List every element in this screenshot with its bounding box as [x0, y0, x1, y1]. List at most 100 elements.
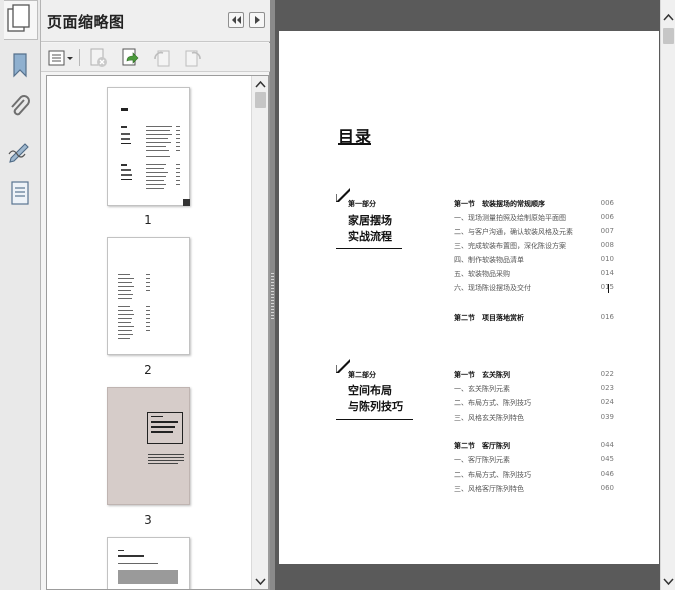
toc-entry-text: 第二节 项目落地赏析 [454, 314, 524, 322]
collapse-panel-button[interactable] [228, 12, 244, 28]
thumbnail-view-box-handle[interactable] [183, 199, 190, 206]
toc-entry-page: 006 [600, 213, 614, 221]
scrollbar-thumb[interactable] [255, 92, 266, 108]
document-page: 目录 第一部分 家居摆场 实战流程 第一节 软装摆场的常规顺序 006 一、现场测量… [279, 31, 659, 564]
toc-entry-page: 023 [600, 384, 614, 392]
toc-entry[interactable]: 一、现场测量拍照及绘制原始平面图 006 [454, 213, 614, 225]
thumbnail-scrollbar[interactable] [251, 76, 268, 589]
rotate-cw-button[interactable] [182, 47, 204, 69]
document-content-icon [11, 181, 29, 205]
rotate-cw-icon [185, 50, 201, 67]
toc-entry-text: 二、与客户沟通，确认软装风格及元素 [454, 228, 573, 236]
toc-entry-page: 006 [600, 199, 614, 207]
text-cursor [608, 284, 609, 293]
doc-scroll-up-arrow-icon[interactable] [663, 12, 674, 22]
toc-entry-page: 014 [600, 269, 614, 277]
toc-entry[interactable]: 三、完成软装布置图，深化陈设方案 008 [454, 241, 614, 253]
thumbnail-options-button[interactable] [47, 47, 75, 69]
toc-entry-page: 010 [600, 255, 614, 263]
toc-entry[interactable]: 六、现场陈设摆场及交付015 [454, 283, 614, 295]
part-1-title-line-1: 家居摆场 [348, 214, 392, 227]
toc-entry-text: 一、玄关陈列元素 [454, 385, 510, 393]
toc-entry-page: 022 [600, 370, 614, 378]
toc-entry-text: 第一节 软装摆场的常规顺序 [454, 200, 545, 208]
expand-panel-button[interactable] [249, 12, 265, 28]
toc-entry-page: 024 [600, 398, 614, 406]
toc-entry-page: 046 [600, 470, 614, 478]
part-2-label: 第二部分 [348, 371, 376, 379]
pages-panel-icon [7, 4, 30, 32]
part-1-title-line-2: 实战流程 [348, 230, 392, 243]
toc-entry-page: 044 [600, 441, 614, 449]
delete-pages-icon [90, 48, 107, 67]
insert-pages-button[interactable] [119, 47, 141, 69]
thumbnail-toolbar [41, 43, 270, 72]
part-2-title-line-1: 空间布局 [348, 384, 392, 397]
double-left-arrow-icon [232, 16, 241, 24]
toc-entry-page: 008 [600, 241, 614, 249]
bookmarks-tab[interactable] [5, 50, 35, 80]
toc-entry-text: 四、制作软装物品清单 [454, 256, 524, 264]
page-thumbnail-2[interactable] [107, 237, 190, 355]
toc-entry[interactable]: 二、与客户沟通，确认软装风格及元素 007 [454, 227, 614, 239]
toc-entry-page: 045 [600, 455, 614, 463]
toc-entry-text: 五、软装物品采购 [454, 270, 510, 278]
bookmark-icon [13, 53, 27, 78]
toc-entry-text: 第二节 客厅陈列 [454, 442, 510, 450]
thumbnail-list[interactable]: 1 2 3 [46, 75, 269, 590]
right-arrow-icon [255, 16, 260, 24]
page-number-2: 2 [144, 363, 152, 377]
part-1-rule [336, 248, 402, 249]
page-thumbnails-panel: 页面缩略图 1 2 3 [41, 0, 270, 590]
toc-entry-text: 六、现场陈设摆场及交付 [454, 284, 531, 292]
toc-entry-page: 039 [600, 413, 614, 421]
toc-entry[interactable]: 四、制作软装物品清单 010 [454, 255, 614, 267]
toc-entry[interactable]: 三、风格客厅陈列特色 060 [454, 484, 614, 496]
page-thumbnail-4[interactable] [107, 537, 190, 589]
thumbnail-options-icon [48, 50, 73, 66]
toc-entry-text: 一、客厅陈列元素 [454, 456, 510, 464]
doc-scroll-down-arrow-icon[interactable] [663, 577, 674, 587]
page-number-1: 1 [144, 213, 152, 227]
signatures-tab[interactable] [5, 136, 35, 166]
delete-pages-button[interactable] [87, 47, 109, 69]
document-view[interactable]: 目录 第一部分 家居摆场 实战流程 第一节 软装摆场的常规顺序 006 一、现场测量… [275, 0, 660, 590]
rotate-ccw-button[interactable] [151, 47, 173, 69]
toc-section-heading[interactable]: 第二节 项目落地赏析 016 [454, 313, 614, 325]
scroll-up-arrow-icon[interactable] [255, 79, 266, 89]
splitter-grip[interactable] [271, 271, 274, 319]
toc-entry[interactable]: 三、风格玄关陈列特色 039 [454, 413, 614, 425]
document-scrollbar[interactable] [660, 0, 675, 590]
toc-entry-page: 016 [600, 313, 614, 321]
toc-entry-text: 三、完成软装布置图，深化陈设方案 [454, 242, 566, 250]
part-1-label: 第一部分 [348, 200, 376, 208]
attachments-tab[interactable] [5, 92, 35, 122]
page-number-3: 3 [144, 513, 152, 527]
toc-entry-text: 一、现场测量拍照及绘制原始平面图 [454, 214, 566, 222]
page-thumbnail-3[interactable] [107, 387, 190, 505]
paperclip-icon [11, 95, 30, 116]
toc-entry[interactable]: 五、软装物品采购 014 [454, 269, 614, 281]
toc-entry[interactable]: 二、布局方式、陈列技巧 046 [454, 470, 614, 482]
toc-section-heading[interactable]: 第一节 玄关陈列 022 [454, 370, 614, 382]
toc-entry[interactable]: 一、玄关陈列元素 023 [454, 384, 614, 396]
toc-entry-text: 二、布局方式、陈列技巧 [454, 471, 531, 479]
toolbar-separator [79, 49, 80, 66]
toc-entry[interactable]: 二、布局方式、陈列技巧 024 [454, 398, 614, 410]
part-2-rule [336, 419, 413, 420]
page-thumbnail-1[interactable] [107, 87, 190, 206]
scroll-down-arrow-icon[interactable] [255, 577, 266, 587]
panel-header: 页面缩略图 [41, 0, 270, 42]
toc-entry-text: 三、风格客厅陈列特色 [454, 485, 524, 493]
part-2-title-line-2: 与陈列技巧 [348, 400, 403, 413]
toc-section-heading[interactable]: 第二节 客厅陈列 044 [454, 441, 614, 453]
toc-entry-text: 三、风格玄关陈列特色 [454, 414, 524, 422]
layers-tab[interactable] [5, 178, 35, 208]
contents-title-underline [338, 143, 371, 145]
toc-section-heading[interactable]: 第一节 软装摆场的常规顺序 006 [454, 199, 614, 211]
panel-title: 页面缩略图 [47, 13, 125, 31]
doc-scrollbar-thumb[interactable] [663, 28, 674, 44]
toc-entry-text: 第一节 玄关陈列 [454, 371, 510, 379]
toc-entry[interactable]: 一、客厅陈列元素 045 [454, 455, 614, 467]
page-thumbnails-tab[interactable] [4, 0, 38, 40]
